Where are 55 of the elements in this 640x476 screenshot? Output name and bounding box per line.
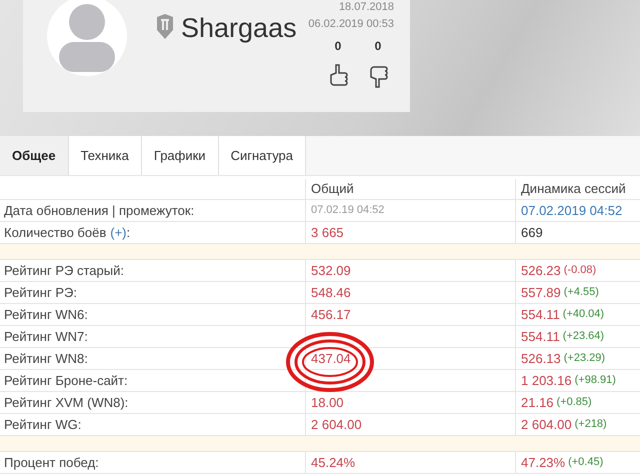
row-label: Рейтинг Броне-сайт: <box>4 372 128 390</box>
row-label: Количество боёв <box>4 224 106 242</box>
general-value: 548.46 <box>311 284 351 302</box>
general-value: 2 604.00 <box>311 416 362 434</box>
tab[interactable]: Графики <box>142 136 219 175</box>
session-delta: (-0.08) <box>564 263 596 278</box>
general-value: 07.02.19 04:52 <box>311 203 384 218</box>
session-value: 1 203.16 <box>521 372 572 390</box>
general-value: 45.24% <box>311 454 356 472</box>
row-label: Рейтинг WN8: <box>4 350 88 368</box>
row-label: Рейтинг РЭ старый: <box>4 262 124 280</box>
general-value: 456.17 <box>311 306 351 324</box>
general-value: 437.04 <box>311 350 351 368</box>
player-name: Shargaas <box>181 12 297 44</box>
general-value: 532.09 <box>311 262 351 280</box>
session-value: 47.23% <box>521 454 566 472</box>
session-value: 557.89 <box>521 284 561 302</box>
row-label: Дата обновления | промежуток: <box>4 202 194 220</box>
row-label: Рейтинг WG: <box>4 416 82 434</box>
session-value: 554.11 <box>521 306 560 324</box>
session-value: 526.13 <box>521 350 561 368</box>
session-delta: (+4.55) <box>564 285 599 300</box>
column-header: Общий <box>305 179 515 199</box>
session-value: 21.16 <box>521 394 554 412</box>
session-value: 554.11 <box>521 328 560 346</box>
session-value: 07.02.2019 04:52 <box>521 202 622 220</box>
likes-count: 0 <box>334 38 342 55</box>
session-delta: (+0.85) <box>556 395 592 410</box>
session-delta: (+40.04) <box>562 307 604 322</box>
label-colon: : <box>126 224 130 242</box>
general-value: 3 665 <box>311 224 344 242</box>
session-delta: (+218) <box>574 417 607 432</box>
tab[interactable]: Техника <box>68 136 142 175</box>
session-delta: (+23.29) <box>564 351 606 366</box>
session-delta: (+0.45) <box>568 455 604 470</box>
session-value: 2 604.00 <box>521 416 572 434</box>
row-label: Процент побед: <box>4 454 99 472</box>
dislikes-count: 0 <box>374 38 382 55</box>
registration-date: 18.07.2018 <box>338 1 394 14</box>
row-label: Рейтинг WN7: <box>4 328 88 346</box>
general-value: 18.00 <box>311 394 344 412</box>
session-value: 669 <box>521 224 543 242</box>
add-link[interactable]: (+) <box>110 222 126 242</box>
row-label: Рейтинг XVM (WN8): <box>4 394 128 412</box>
shield-logo-icon <box>155 14 175 40</box>
tab[interactable]: Сигнатура <box>218 136 306 175</box>
column-header: Динамика сессий <box>515 179 640 199</box>
row-label: Рейтинг РЭ: <box>4 284 77 302</box>
tab[interactable]: Общее <box>0 136 69 175</box>
session-value: 526.23 <box>521 262 561 280</box>
session-delta: (+98.91) <box>574 373 616 388</box>
last-battle-date: 06.02.2019 00:53 <box>308 18 394 31</box>
row-label: Рейтинг WN6: <box>4 306 88 324</box>
session-delta: (+23.64) <box>562 329 604 344</box>
thumbs-up-icon[interactable] <box>328 63 348 89</box>
